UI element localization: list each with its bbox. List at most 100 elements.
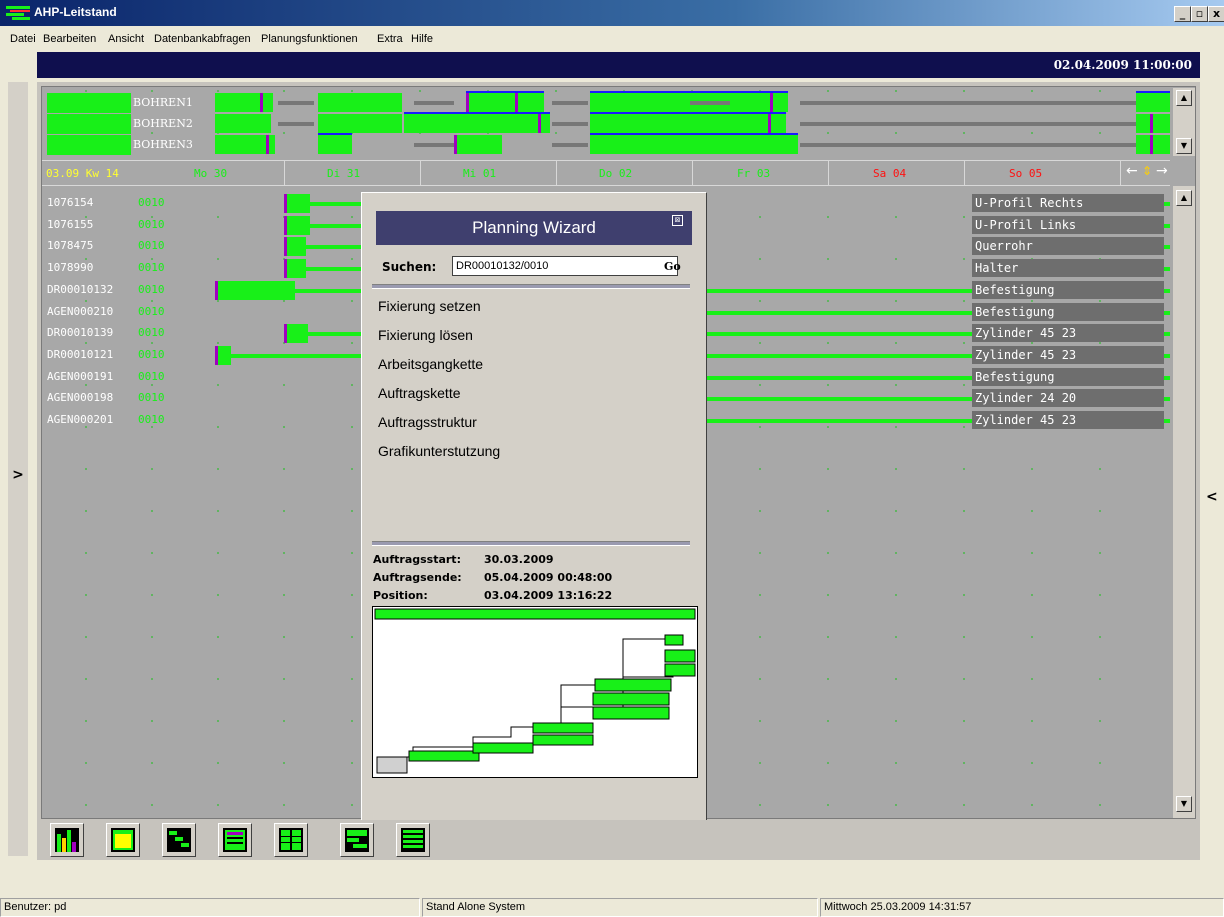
- bar-chart-button[interactable]: [50, 823, 84, 857]
- expand-left-button[interactable]: >: [8, 467, 28, 483]
- order-bar[interactable]: [284, 259, 306, 278]
- job-bar[interactable]: [318, 135, 352, 154]
- menu-fixierung-setzen[interactable]: Fixierung setzen: [378, 298, 481, 314]
- menu-bearbeiten[interactable]: Bearbeiten: [43, 33, 96, 45]
- machine-color-block: [47, 93, 131, 113]
- job-selection: [590, 112, 786, 114]
- scroll-down-icon[interactable]: ▼: [1176, 796, 1192, 812]
- order-bar[interactable]: [284, 216, 310, 235]
- job-bar[interactable]: [215, 114, 271, 133]
- job-bar[interactable]: [318, 93, 402, 112]
- scroll-left-icon[interactable]: ←: [1126, 163, 1138, 179]
- order-description[interactable]: Befestigung: [972, 281, 1164, 299]
- zoom-icon[interactable]: ⇕: [1142, 164, 1152, 178]
- order-id: 1078475: [47, 239, 94, 252]
- order-description[interactable]: Halter: [972, 259, 1164, 277]
- scroll-down-icon[interactable]: ▼: [1176, 138, 1192, 154]
- day-label: Fr 03: [737, 167, 771, 180]
- job-link: [552, 143, 588, 147]
- order-description[interactable]: Zylinder 24 20: [972, 389, 1164, 407]
- yellow-panel-icon: [111, 828, 135, 852]
- scroll-up-icon[interactable]: ▲: [1176, 190, 1192, 206]
- job-marker: [1150, 135, 1153, 154]
- menu-auftragskette[interactable]: Auftragskette: [378, 385, 461, 401]
- order-description[interactable]: Befestigung: [972, 303, 1164, 321]
- job-marker: [466, 93, 469, 112]
- machine-color-block: [47, 114, 131, 134]
- order-marker: [284, 237, 287, 256]
- order-operation: 0010: [138, 261, 165, 274]
- expand-right-button[interactable]: <: [1206, 489, 1218, 505]
- menu-hilfe[interactable]: Hilfe: [411, 33, 433, 45]
- job-selection: [318, 133, 352, 135]
- schedule-button[interactable]: [218, 823, 252, 857]
- job-bar[interactable]: [1136, 135, 1170, 154]
- job-bar[interactable]: [590, 114, 786, 133]
- order-id: AGEN000201: [47, 413, 114, 426]
- yellow-panel-button[interactable]: [106, 823, 140, 857]
- go-button[interactable]: Go: [664, 260, 681, 273]
- job-link: [278, 122, 314, 126]
- job-bar[interactable]: [1136, 93, 1170, 112]
- job-marker: [768, 114, 771, 133]
- order-link: [707, 397, 972, 401]
- job-bar[interactable]: [404, 114, 550, 133]
- order-operation: 0010: [138, 348, 165, 361]
- job-bar[interactable]: [590, 135, 798, 154]
- menu-grafikunterstutzung[interactable]: Grafikunterstutzung: [378, 443, 500, 459]
- order-structure-chart[interactable]: [372, 606, 698, 778]
- order-link: [306, 267, 361, 271]
- bottom-toolbar: [37, 820, 1200, 860]
- gantt-scrollbar[interactable]: ▲ ▼: [1173, 186, 1195, 818]
- menu-fixierung-loesen[interactable]: Fixierung lösen: [378, 327, 473, 343]
- job-bar[interactable]: [454, 135, 502, 154]
- job-link: [800, 101, 1136, 105]
- order-description[interactable]: U-Profil Rechts: [972, 194, 1164, 212]
- scroll-up-icon[interactable]: ▲: [1176, 90, 1192, 106]
- menu-datei[interactable]: Datei: [10, 33, 36, 45]
- order-bar[interactable]: [284, 324, 308, 343]
- scroll-right-icon[interactable]: →: [1156, 163, 1168, 179]
- order-operation: 0010: [138, 326, 165, 339]
- info-value: 03.04.2009 13:16:22: [484, 589, 613, 602]
- maximize-button[interactable]: ▫: [1191, 6, 1208, 22]
- order-link: [707, 289, 972, 293]
- job-bar[interactable]: [590, 93, 788, 112]
- table-button[interactable]: [274, 823, 308, 857]
- menu-ansicht[interactable]: Ansicht: [108, 33, 144, 45]
- job-bar[interactable]: [1136, 114, 1170, 133]
- order-link: [308, 332, 361, 336]
- order-description[interactable]: Zylinder 45 23: [972, 411, 1164, 429]
- job-bar[interactable]: [215, 93, 273, 112]
- order-description[interactable]: Zylinder 45 23: [972, 324, 1164, 342]
- gantt-icon: [167, 828, 191, 852]
- close-button[interactable]: x: [1208, 6, 1224, 22]
- close-icon[interactable]: ⊠: [672, 215, 683, 226]
- menu-arbeitsgangkette[interactable]: Arbeitsgangkette: [378, 356, 483, 372]
- order-description[interactable]: U-Profil Links: [972, 216, 1164, 234]
- order-bar[interactable]: [284, 237, 306, 256]
- order-link: [1164, 376, 1170, 380]
- order-bar[interactable]: [215, 281, 295, 300]
- order-operation: 0010: [138, 370, 165, 383]
- search-input[interactable]: [452, 256, 678, 276]
- gantt-list-button[interactable]: [340, 823, 374, 857]
- minimize-button[interactable]: _: [1174, 6, 1191, 22]
- job-link: [552, 101, 588, 105]
- menu-extra[interactable]: Extra: [377, 33, 403, 45]
- order-description[interactable]: Befestigung: [972, 368, 1164, 386]
- order-description[interactable]: Querrohr: [972, 237, 1164, 255]
- menu-auftragsstruktur[interactable]: Auftragsstruktur: [378, 414, 477, 430]
- machine-scrollbar[interactable]: ▲ ▼: [1173, 88, 1195, 156]
- order-description[interactable]: Zylinder 45 23: [972, 346, 1164, 364]
- day-separator: [964, 161, 965, 185]
- job-bar[interactable]: [318, 114, 402, 133]
- menu-planungsfunktionen[interactable]: Planungsfunktionen: [261, 33, 358, 45]
- menu-datenbankabfragen[interactable]: Datenbankabfragen: [154, 33, 251, 45]
- job-bar[interactable]: [466, 93, 544, 112]
- job-link: [690, 101, 730, 105]
- gantt-button[interactable]: [162, 823, 196, 857]
- order-marker: [215, 281, 218, 300]
- order-bar[interactable]: [284, 194, 310, 213]
- list-button[interactable]: [396, 823, 430, 857]
